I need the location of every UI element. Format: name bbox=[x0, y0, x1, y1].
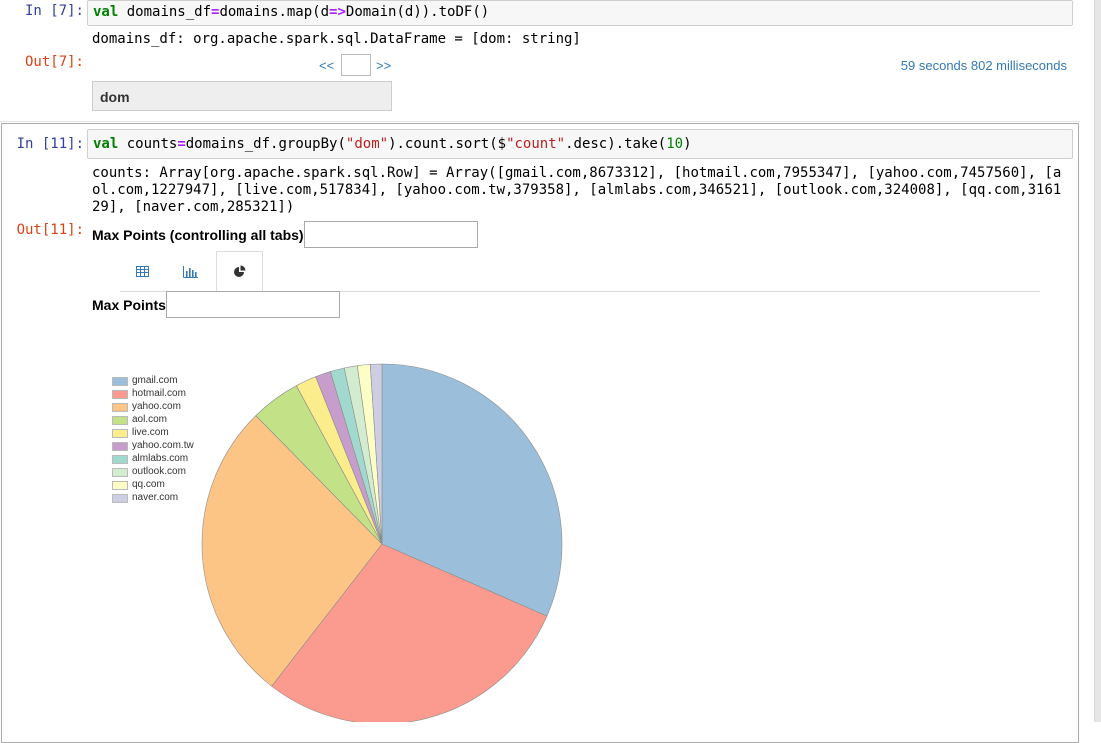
pie-chart bbox=[201, 363, 563, 722]
vertical-scrollbar[interactable] bbox=[1094, 0, 1101, 722]
